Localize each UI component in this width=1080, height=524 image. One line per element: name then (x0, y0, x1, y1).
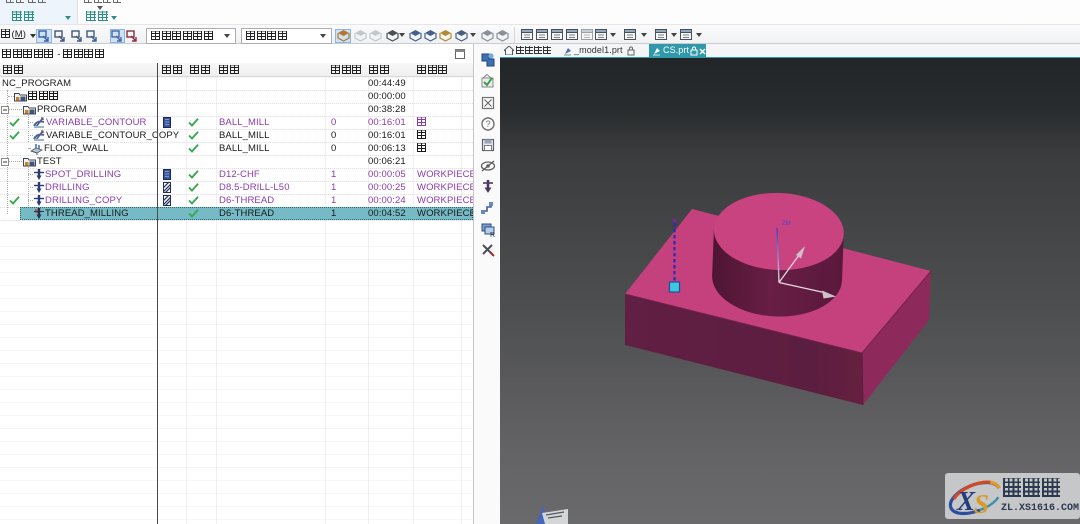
svg-text:ZM: ZM (782, 221, 791, 227)
svg-text:S: S (974, 489, 989, 519)
svg-text:R: R (490, 232, 495, 238)
svg-text:?: ? (486, 119, 491, 129)
svg-text:X: X (956, 486, 976, 516)
